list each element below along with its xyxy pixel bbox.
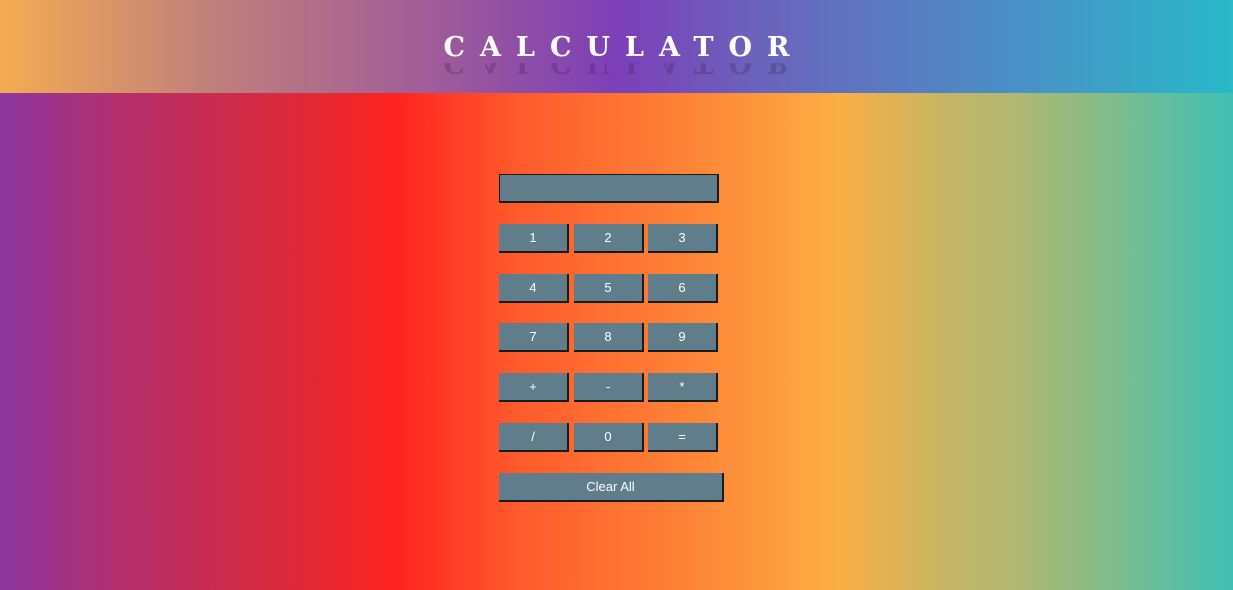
multiply-operator-button[interactable]: * — [648, 373, 718, 402]
subtract-operator-button[interactable]: - — [574, 373, 644, 402]
header-banner: CALCULATOR CALCULATOR — [0, 0, 1233, 93]
page-title: CALCULATOR — [443, 32, 805, 63]
key-7-button[interactable]: 7 — [499, 323, 569, 352]
key-1-button[interactable]: 1 — [499, 224, 569, 253]
key-8-button[interactable]: 8 — [574, 323, 644, 352]
key-4-button[interactable]: 4 — [499, 274, 569, 303]
add-operator-button[interactable]: + — [499, 373, 569, 402]
key-6-button[interactable]: 6 — [648, 274, 718, 303]
divide-operator-button[interactable]: / — [499, 423, 569, 452]
clear-all-button[interactable]: Clear All — [499, 473, 724, 502]
key-0-button[interactable]: 0 — [574, 423, 644, 452]
equals-button[interactable]: = — [648, 423, 718, 452]
key-2-button[interactable]: 2 — [574, 224, 644, 253]
key-5-button[interactable]: 5 — [574, 274, 644, 303]
page-title-reflection: CALCULATOR — [0, 63, 1233, 77]
calculator-display[interactable] — [499, 174, 719, 203]
key-3-button[interactable]: 3 — [648, 224, 718, 253]
key-9-button[interactable]: 9 — [648, 323, 718, 352]
